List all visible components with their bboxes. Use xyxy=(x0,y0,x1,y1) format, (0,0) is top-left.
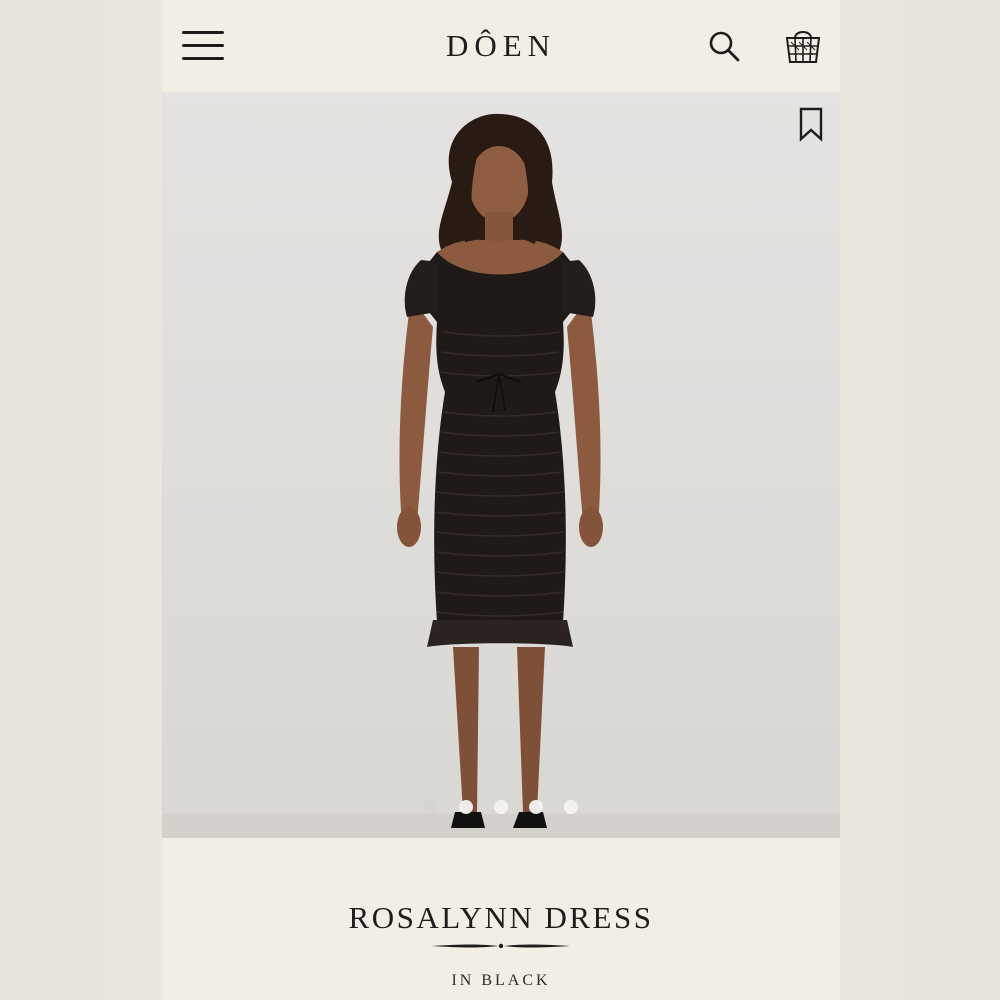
product-info: ROSALYNN DRESS IN BLACK xyxy=(162,838,840,1000)
carousel-dot-2[interactable] xyxy=(459,800,473,814)
save-to-wishlist-button[interactable] xyxy=(796,106,826,142)
shopping-basket-icon xyxy=(785,31,821,63)
title-divider-ornament xyxy=(432,943,570,949)
search-button[interactable] xyxy=(706,28,742,64)
carousel-dot-5[interactable] xyxy=(564,800,578,814)
screenshot-frame: DÔEN ROSALYNN DRESS IN BLACK xyxy=(0,0,1000,1000)
carousel-dot-4[interactable] xyxy=(529,800,543,814)
carousel-dot-1[interactable] xyxy=(424,800,438,814)
bookmark-icon xyxy=(799,107,823,142)
shopping-bag-button[interactable] xyxy=(782,24,824,66)
carousel-indicators xyxy=(162,800,840,816)
site-header: DÔEN xyxy=(162,0,840,92)
product-title: ROSALYNN DRESS xyxy=(348,900,654,935)
product-image-carousel[interactable] xyxy=(162,92,840,838)
search-icon xyxy=(709,31,740,62)
product-photo xyxy=(397,113,603,828)
carousel-dot-3[interactable] xyxy=(494,800,508,814)
mobile-page: DÔEN ROSALYNN DRESS IN BLACK xyxy=(162,0,840,1000)
product-color-label: IN BLACK xyxy=(451,972,551,989)
